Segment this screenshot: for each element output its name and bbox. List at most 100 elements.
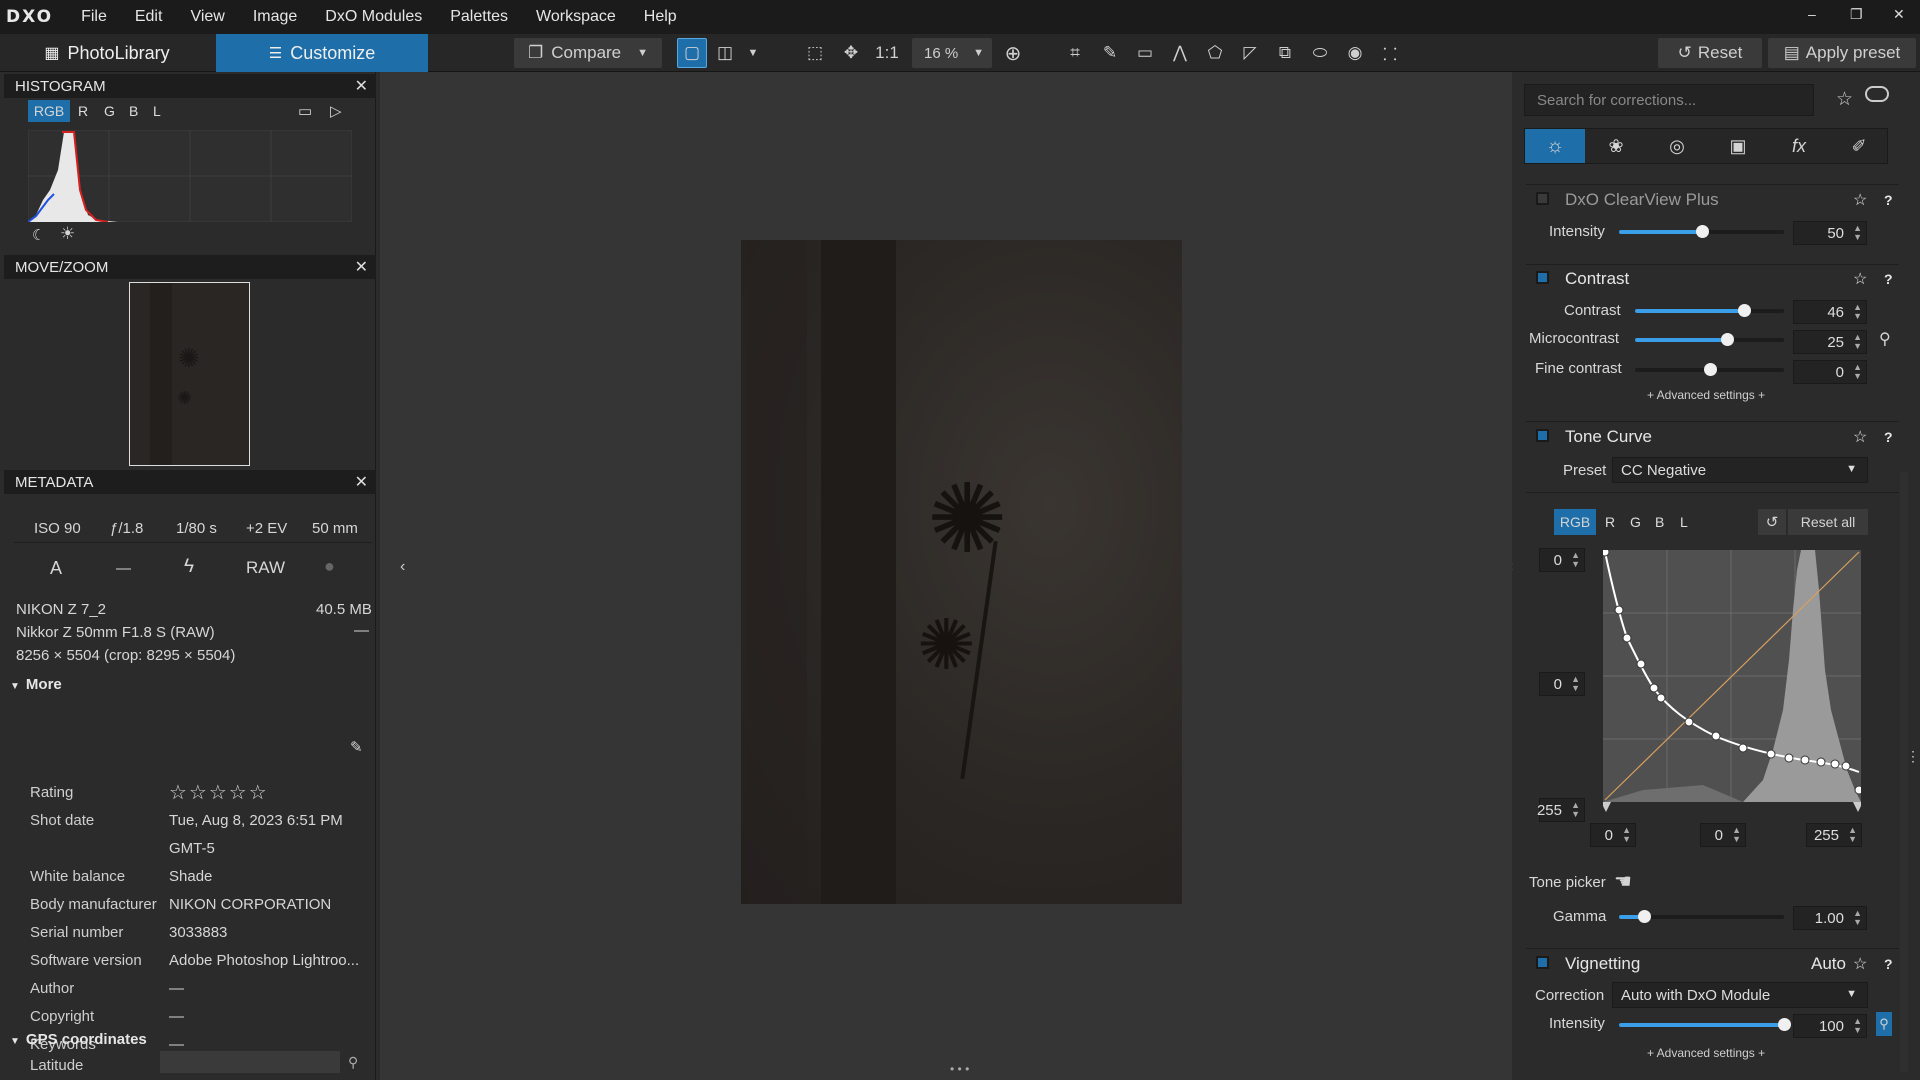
vignetting-intensity-field[interactable]: 100 ▲ ▼	[1793, 1014, 1867, 1038]
navigator-thumbnail[interactable]: ✺ ✺	[129, 282, 250, 466]
spinner-icon[interactable]: ▲ ▼	[1853, 1017, 1862, 1035]
more-toggle[interactable]: ▼ More	[10, 676, 62, 693]
spinner-icon[interactable]: ▲ ▼	[1732, 826, 1741, 844]
clearview-toggle[interactable]	[1536, 192, 1549, 205]
one-to-one-button[interactable]: 1:1	[872, 38, 902, 68]
map-pin-icon[interactable]: ⚲	[348, 1054, 358, 1071]
slider-knob[interactable]	[1695, 225, 1709, 238]
geometry-tab[interactable]: ▣	[1708, 129, 1768, 163]
contrast-advanced-link[interactable]: + Advanced settings +	[1647, 388, 1765, 402]
microcontrast-slider[interactable]	[1635, 333, 1784, 346]
output-bottom-field[interactable]: 255 ▲ ▼	[1537, 798, 1585, 822]
fit-button[interactable]: ⬚	[800, 38, 830, 68]
menu-file[interactable]: File	[81, 8, 107, 26]
slider-knob[interactable]	[1721, 333, 1735, 346]
tone-curve-graph[interactable]	[1603, 550, 1861, 812]
watermark-tool[interactable]: ⸬	[1375, 38, 1405, 68]
horizon-tool[interactable]: ▭	[1130, 38, 1160, 68]
gamma-slider[interactable]	[1619, 910, 1784, 923]
spinner-icon[interactable]: ▲ ▼	[1853, 224, 1862, 242]
panel-resize-handle[interactable]: ⋮	[1906, 748, 1920, 765]
slider-knob[interactable]	[1703, 363, 1717, 376]
vignetting-toggle[interactable]	[1536, 956, 1549, 969]
channel-rgb[interactable]: RGB	[28, 100, 70, 122]
slider-knob[interactable]	[1637, 910, 1651, 923]
menu-view[interactable]: View	[190, 8, 224, 26]
output-mid-field[interactable]: 0 ▲ ▼	[1539, 672, 1585, 696]
correction-select[interactable]: Auto with DxO Module ▼	[1612, 982, 1868, 1008]
curve-channel-g[interactable]: G	[1630, 514, 1641, 530]
menu-edit[interactable]: Edit	[135, 8, 163, 26]
crop-tool[interactable]: ⌗	[1060, 38, 1090, 68]
close-icon[interactable]: ✕	[355, 76, 368, 96]
help-icon[interactable]: ?	[1884, 271, 1893, 287]
search-input[interactable]: Search for corrections...	[1524, 84, 1814, 116]
clearview-intensity-slider[interactable]	[1619, 225, 1784, 238]
local-tab[interactable]: ✐	[1830, 129, 1888, 163]
perspective-tool[interactable]: ⋀	[1165, 38, 1195, 68]
spinner-icon[interactable]: ▲ ▼	[1571, 675, 1580, 693]
reset-all-button[interactable]: Reset all	[1788, 509, 1868, 535]
reset-button[interactable]: ↺ Reset	[1658, 38, 1762, 68]
spinner-icon[interactable]: ▲ ▼	[1853, 909, 1862, 927]
microcontrast-field[interactable]: 25 ▲ ▼	[1793, 330, 1867, 354]
menu-help[interactable]: Help	[644, 8, 677, 26]
light-tab[interactable]: ☼	[1525, 129, 1585, 163]
rating-stars[interactable]: ☆☆☆☆☆	[169, 780, 269, 805]
gamut-icon[interactable]: ▷	[330, 102, 342, 120]
restore-button[interactable]: ❐	[1850, 6, 1863, 23]
zoom-in-button[interactable]: ⊕	[998, 38, 1028, 68]
minimize-button[interactable]: –	[1808, 6, 1816, 22]
split-view-button[interactable]: ◫	[712, 38, 738, 68]
redeye-tool[interactable]: ◉	[1340, 38, 1370, 68]
help-icon[interactable]: ?	[1884, 956, 1893, 972]
fine-contrast-field[interactable]: 0 ▲ ▼	[1793, 360, 1867, 384]
tone-picker-icon[interactable]: ☚	[1614, 869, 1632, 894]
spinner-icon[interactable]: ▲ ▼	[1853, 333, 1862, 351]
spinner-icon[interactable]: ▲ ▼	[1571, 801, 1580, 819]
photo-preview[interactable]: ✺ ✺	[741, 240, 1182, 904]
right-scrollbar[interactable]	[1900, 472, 1908, 1072]
eyedropper-tool[interactable]: ✎	[1095, 38, 1125, 68]
channel-g[interactable]: G	[104, 103, 115, 119]
single-view-button[interactable]: ▢	[677, 38, 707, 68]
slider-knob[interactable]	[1778, 1018, 1791, 1031]
channel-l[interactable]: L	[153, 103, 161, 119]
curve-channel-rgb[interactable]: RGB	[1554, 509, 1596, 535]
close-button[interactable]: ✕	[1893, 6, 1905, 23]
compare-button[interactable]: ❐ Compare ▼	[514, 38, 662, 68]
clearview-intensity-field[interactable]: 50 ▲ ▼	[1793, 221, 1867, 245]
slider-knob[interactable]	[1737, 304, 1751, 317]
contrast-slider[interactable]	[1635, 304, 1784, 317]
gps-toggle[interactable]: ▼ GPS coordinates	[10, 1031, 147, 1048]
contrast-toggle[interactable]	[1536, 271, 1549, 284]
monitor-icon[interactable]: ▭	[298, 102, 312, 120]
effects-tab[interactable]: fx	[1769, 129, 1829, 163]
input-right-field[interactable]: 255 ▲ ▼	[1806, 823, 1862, 847]
spinner-icon[interactable]: ▲ ▼	[1853, 303, 1862, 321]
latitude-field[interactable]	[160, 1051, 340, 1073]
input-mid-field[interactable]: 0 ▲ ▼	[1700, 823, 1746, 847]
view-dropdown[interactable]: ▼	[742, 38, 764, 68]
edit-date-icon[interactable]: ✎	[350, 738, 363, 756]
move-button[interactable]: ✥	[836, 38, 866, 68]
star-icon[interactable]: ☆	[1853, 954, 1867, 974]
image-viewer[interactable]: ‹ › ✺ ✺ • • •	[380, 72, 1517, 1080]
curve-channel-b[interactable]: B	[1655, 514, 1664, 530]
curve-channel-l[interactable]: L	[1680, 514, 1688, 530]
input-left-field[interactable]: 0 ▲ ▼	[1590, 823, 1636, 847]
spinner-icon[interactable]: ▲ ▼	[1622, 826, 1631, 844]
tab-photolibrary[interactable]: ▦ PhotoLibrary	[0, 34, 214, 72]
fine-contrast-slider[interactable]	[1635, 363, 1784, 376]
zoom-select[interactable]: 16 % ▼	[912, 38, 992, 68]
menu-image[interactable]: Image	[253, 8, 297, 26]
vignetting-advanced-link[interactable]: + Advanced settings +	[1647, 1046, 1765, 1060]
undo-curve-button[interactable]: ↺	[1758, 509, 1786, 535]
menu-palettes[interactable]: Palettes	[450, 8, 508, 26]
favorite-filter-icon[interactable]: ☆	[1836, 88, 1853, 111]
volume-tool[interactable]: ◸	[1235, 38, 1265, 68]
star-icon[interactable]: ☆	[1853, 269, 1867, 289]
close-icon[interactable]: ✕	[355, 257, 368, 277]
repair-tool[interactable]: ⬭	[1305, 38, 1335, 68]
auto-wand-icon[interactable]: ⚲	[1879, 329, 1891, 349]
